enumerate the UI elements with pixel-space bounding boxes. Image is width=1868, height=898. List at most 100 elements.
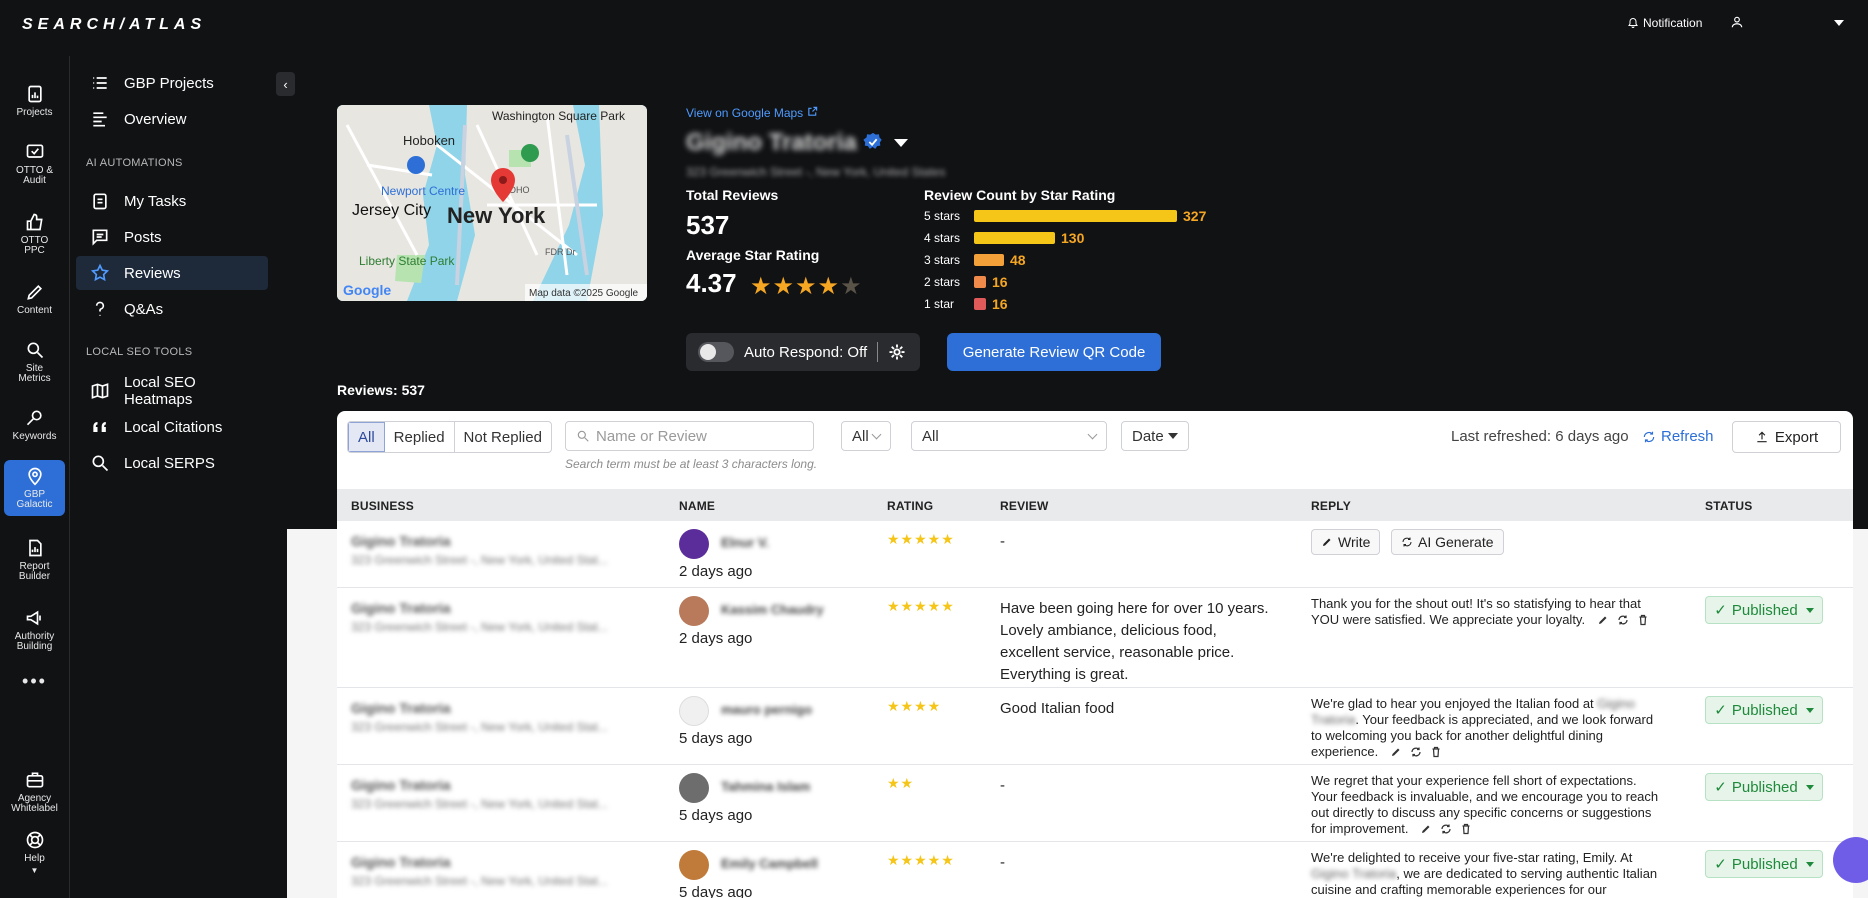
column-header: REPLY <box>1311 499 1351 513</box>
write-reply-button[interactable]: Write <box>1311 529 1381 555</box>
edit-icon[interactable] <box>1597 614 1609 626</box>
business-map[interactable]: Hoboken Washington Square Park Newport C… <box>337 105 647 301</box>
rating-bar-count: 16 <box>992 296 1008 312</box>
lifebuoy-icon <box>26 831 43 849</box>
column-header: BUSINESS <box>351 499 414 513</box>
sidebar-item-local-serps[interactable]: Local SERPS <box>76 446 268 480</box>
filled-stars: ★★★★ <box>750 273 841 300</box>
review-text: - <box>1000 854 1005 871</box>
review-text: - <box>1000 777 1005 794</box>
rail-label: Projects <box>16 107 53 118</box>
status-badge[interactable]: ✓ Published <box>1705 696 1823 724</box>
clipboard-icon <box>93 193 107 210</box>
collapse-sidebar-button[interactable]: ‹ <box>276 72 295 96</box>
sidebar-item-label: Q&As <box>124 300 164 318</box>
rail-agency-whitelabel[interactable]: Agency Whitelabel <box>4 770 65 814</box>
rail-help[interactable]: Help ▼ <box>4 830 65 876</box>
ai-generate-button[interactable]: AI Generate <box>1391 529 1504 555</box>
more-icon[interactable]: ••• <box>4 672 65 690</box>
refresh-button[interactable]: Refresh <box>1642 428 1714 445</box>
regenerate-icon[interactable] <box>1617 614 1629 626</box>
sidebar-item-my-tasks[interactable]: My Tasks <box>76 184 268 218</box>
review-text: - <box>1000 533 1005 550</box>
rating-select[interactable]: All <box>841 421 891 451</box>
user-icon[interactable] <box>1730 14 1744 30</box>
rail-otto-ppc[interactable]: OTTO PPC <box>4 212 65 256</box>
tab-not-replied[interactable]: Not Replied <box>455 422 551 452</box>
status-select[interactable]: All <box>911 421 1107 451</box>
trash-icon[interactable] <box>1637 614 1649 626</box>
sidebar-item-label: My Tasks <box>124 192 187 210</box>
export-button[interactable]: Export <box>1732 421 1841 453</box>
reply-body: We're delighted to receive your five-sta… <box>1311 850 1633 865</box>
column-header: RATING <box>887 499 934 513</box>
search-input[interactable]: Name or Review <box>565 421 814 451</box>
rating-bar <box>974 210 1177 222</box>
trash-icon[interactable] <box>1460 823 1472 835</box>
sidebar-item-qas[interactable]: Q&As <box>76 292 268 326</box>
business-address-cell: 323 Greenwich Street -, New York, United… <box>351 797 608 811</box>
business-dropdown-icon[interactable] <box>894 139 908 147</box>
rating-stars: ★★★★ <box>887 698 942 714</box>
map-label: Liberty State Park <box>359 254 455 268</box>
status-badge[interactable]: ✓ Published <box>1705 850 1823 878</box>
regenerate-icon[interactable] <box>1440 823 1452 835</box>
avatar <box>679 529 709 559</box>
regenerate-icon[interactable] <box>1410 746 1422 758</box>
avatar <box>679 773 709 803</box>
status-label: Published <box>1731 701 1798 719</box>
status-select-value: All <box>922 427 939 445</box>
edit-icon[interactable] <box>1390 746 1402 758</box>
tab-all[interactable]: All <box>348 422 385 452</box>
rail-gbp-galactic[interactable]: GBP Galactic <box>4 460 65 516</box>
last-refreshed: Last refreshed: 6 days ago <box>1451 428 1629 445</box>
edit-icon[interactable] <box>1420 823 1432 835</box>
tab-replied[interactable]: Replied <box>385 422 455 452</box>
rail-otto-audit[interactable]: OTTO & Audit <box>4 142 65 186</box>
sidebar-item-overview[interactable]: Overview <box>76 102 268 136</box>
sidebar-item-posts[interactable]: Posts <box>76 220 268 254</box>
sidebar-item-local-citations[interactable]: Local Citations <box>76 410 268 444</box>
rail-report-builder[interactable]: Report Builder <box>4 538 65 582</box>
rail-authority-building[interactable]: Authority Building <box>4 608 65 652</box>
sidebar-item-gbp-projects[interactable]: GBP Projects <box>76 66 268 100</box>
rail-keywords[interactable]: Keywords <box>4 408 65 442</box>
business-name-cell: Gigino Tratoria <box>351 854 451 870</box>
rail-projects[interactable]: Projects <box>4 84 65 118</box>
verified-badge-icon <box>863 132 882 149</box>
refresh-label: Refresh <box>1661 428 1714 445</box>
rail-label: Agency Whitelabel <box>11 793 58 814</box>
report-icon <box>28 539 42 557</box>
auto-respond-toggle[interactable] <box>698 342 734 362</box>
rating-bar-label: 5 stars <box>924 209 961 223</box>
keyword-icon <box>26 410 42 426</box>
table-row: Gigino Tratoria 323 Greenwich Street -, N… <box>337 688 1853 765</box>
map-icon <box>91 383 109 399</box>
reviews-count: Reviews: 537 <box>337 382 425 398</box>
account-dropdown-icon[interactable] <box>1834 20 1844 26</box>
chevron-down-icon: ▼ <box>30 866 39 875</box>
generate-qr-code-button[interactable]: Generate Review QR Code <box>947 333 1161 371</box>
rail-content[interactable]: Content <box>4 282 65 316</box>
rating-bar <box>974 276 986 288</box>
status-badge[interactable]: ✓ Published <box>1705 596 1823 624</box>
empty-star: ★ <box>840 273 863 300</box>
trash-icon[interactable] <box>1430 746 1442 758</box>
app-logo[interactable]: SEARCH/ATLAS <box>22 16 206 34</box>
notification-button[interactable]: Notification <box>1627 16 1702 30</box>
sidebar-item-reviews[interactable]: Reviews <box>76 256 268 290</box>
refresh-icon <box>1643 431 1655 442</box>
ai-generate-label: AI Generate <box>1418 534 1494 550</box>
gear-icon[interactable] <box>888 343 906 361</box>
date-select[interactable]: Date <box>1121 421 1189 451</box>
sidebar-item-local-seo-heatmaps[interactable]: Local SEO Heatmaps <box>76 374 268 408</box>
review-text: Good Italian food <box>1000 700 1115 717</box>
caret-down-icon <box>1805 707 1814 713</box>
rail-label: OTTO PPC <box>20 235 49 256</box>
check-icon: ✓ <box>1714 779 1727 796</box>
rail-site-metrics[interactable]: Site Metrics <box>4 340 65 384</box>
view-on-google-maps-link[interactable]: View on Google Maps <box>686 106 818 120</box>
status-badge[interactable]: ✓ Published <box>1705 773 1823 801</box>
divider <box>877 342 879 362</box>
business-address-cell: 323 Greenwich Street -, New York, United… <box>351 874 608 888</box>
